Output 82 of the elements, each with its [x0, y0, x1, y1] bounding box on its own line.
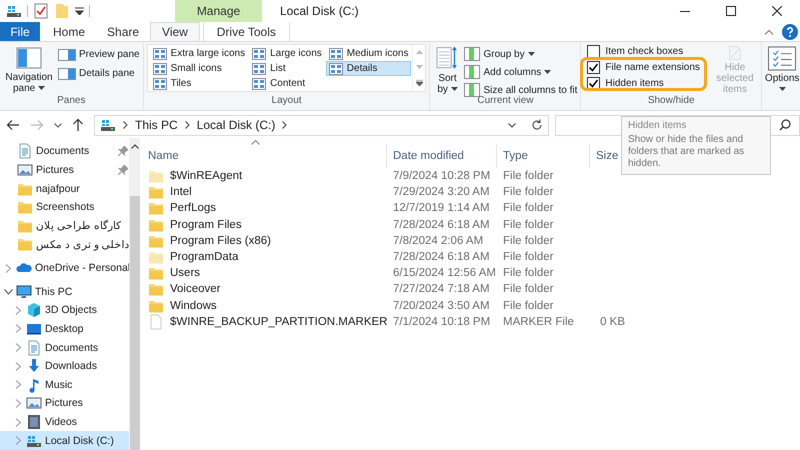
nav-item[interactable]: Music [0, 375, 129, 394]
pane-button[interactable]: Details pane [58, 66, 140, 81]
nav-item[interactable]: Local Disk (C:) [0, 431, 129, 450]
file-name[interactable]: PerfLogs [170, 202, 216, 214]
column-header[interactable]: Date modified [386, 144, 496, 168]
ribbon-tab[interactable]: File [0, 22, 40, 41]
table-cell-text: File folder [502, 234, 554, 247]
table-cell-text: File folder [502, 267, 554, 280]
tooltip-title: Hidden items [628, 120, 688, 131]
table-cell-text: 7/1/2024 10:18 PM [392, 316, 492, 328]
table-cell-text: File folder [502, 202, 554, 214]
layout-option[interactable]: Large icons [249, 46, 325, 61]
checkbox-label[interactable]: Hidden items [605, 78, 664, 89]
table-cell-text: File folder [502, 170, 554, 182]
ribbon-tab[interactable]: Share [96, 22, 150, 41]
column-header[interactable]: Type [496, 144, 589, 168]
nav-item[interactable]: Videos [0, 412, 129, 432]
table-cell-text: 7/27/2024 7:18 AM [392, 283, 491, 296]
options-button[interactable]: Options [764, 44, 800, 95]
file-name[interactable]: Program Files (x86) [170, 234, 271, 247]
group-label: Current view [476, 95, 535, 108]
table-cell-text: 12/7/2019 1:14 AM [392, 202, 491, 214]
table-cell-text: 7/20/2024 3:50 AM [392, 300, 491, 312]
layout-option[interactable]: Small icons [150, 61, 248, 76]
checkbox-label[interactable]: Item check boxes [605, 46, 684, 57]
window-title: Local Disk (C:) [280, 4, 360, 18]
nav-item[interactable]: داخلی و تری د مکس [0, 235, 129, 254]
nav-item[interactable]: 3D Objects [0, 300, 129, 320]
sort-by-button[interactable]: Sort by [433, 44, 462, 95]
table-cell-text: 7/28/2024 6:18 AM [392, 251, 491, 264]
file-name[interactable]: Intel [170, 186, 192, 198]
table-cell-text: File folder [502, 300, 554, 312]
nav-item[interactable]: Screenshots [0, 198, 129, 216]
nav-item[interactable]: Pictures [0, 394, 129, 413]
nav-item[interactable]: Documents [0, 338, 129, 357]
table-cell-text: File folder [502, 251, 554, 264]
table-cell-text: 0 KB [599, 316, 625, 328]
nav-item[interactable]: Desktop [0, 320, 129, 338]
nav-item[interactable]: najafpour [0, 179, 129, 198]
navigation-pane-button[interactable]: Navigation pane [3, 44, 55, 95]
group-label: Layout [270, 95, 303, 108]
layout-option[interactable]: Medium icons [326, 46, 412, 61]
file-name[interactable]: Windows [170, 300, 217, 312]
layout-option[interactable]: Details [326, 61, 412, 76]
layout-option[interactable]: List [249, 61, 325, 76]
breadcrumb[interactable]: Local Disk (C:) [196, 118, 276, 132]
ribbon-tab[interactable]: View [150, 22, 200, 41]
table-cell-text: 7/29/2024 3:20 AM [392, 186, 491, 198]
checkbox-label[interactable]: File name extensions [605, 62, 700, 73]
group-label: Show/hide [646, 95, 696, 108]
nav-item[interactable]: Documents [0, 142, 129, 161]
view-option-button[interactable]: Group by [464, 47, 578, 61]
table-cell-text: 7/9/2024 10:28 PM [392, 170, 492, 182]
address-bar[interactable]: This PC Local Disk (C:) [94, 114, 549, 136]
table-cell-text: File folder [502, 283, 554, 296]
file-name[interactable]: $WinREAgent [170, 170, 242, 182]
file-name[interactable]: $WINRE_BACKUP_PARTITION.MARKER [170, 316, 388, 328]
nav-item[interactable]: Downloads [0, 356, 129, 376]
breadcrumb[interactable]: This PC [135, 118, 178, 132]
table-cell-text: 6/15/2024 12:56 AM [392, 267, 496, 280]
nav-item[interactable]: This PC [0, 282, 129, 301]
layout-option[interactable]: Content [249, 76, 325, 91]
view-option-button[interactable]: Add columns [464, 65, 578, 79]
table-cell-text: MARKER File [502, 316, 575, 328]
file-name[interactable]: Program Files [170, 218, 242, 231]
pane-button[interactable]: Preview pane [58, 47, 140, 62]
table-cell-text: File folder [502, 218, 554, 231]
file-name[interactable]: Voiceover [170, 283, 221, 296]
ribbon-tab[interactable]: Home [42, 22, 96, 41]
file-name[interactable]: ProgramData [170, 251, 238, 264]
file-name[interactable]: Users [170, 267, 200, 280]
table-cell-text: File folder [502, 186, 554, 198]
column-header[interactable]: Name [148, 144, 386, 168]
group-label: Panes [56, 95, 86, 108]
layout-option[interactable]: Extra large icons [150, 46, 248, 61]
table-cell-text: 7/8/2024 2:06 AM [392, 234, 484, 247]
context-tab-header: Manage [175, 0, 262, 22]
nav-item[interactable]: کارگاه طراحی پلان [0, 216, 129, 236]
nav-item[interactable]: Pictures [0, 160, 129, 180]
table-cell-text: 7/28/2024 6:18 AM [392, 218, 491, 231]
view-option-button[interactable]: Size all columns to fit [464, 83, 578, 97]
layout-option[interactable]: Tiles [150, 76, 248, 91]
